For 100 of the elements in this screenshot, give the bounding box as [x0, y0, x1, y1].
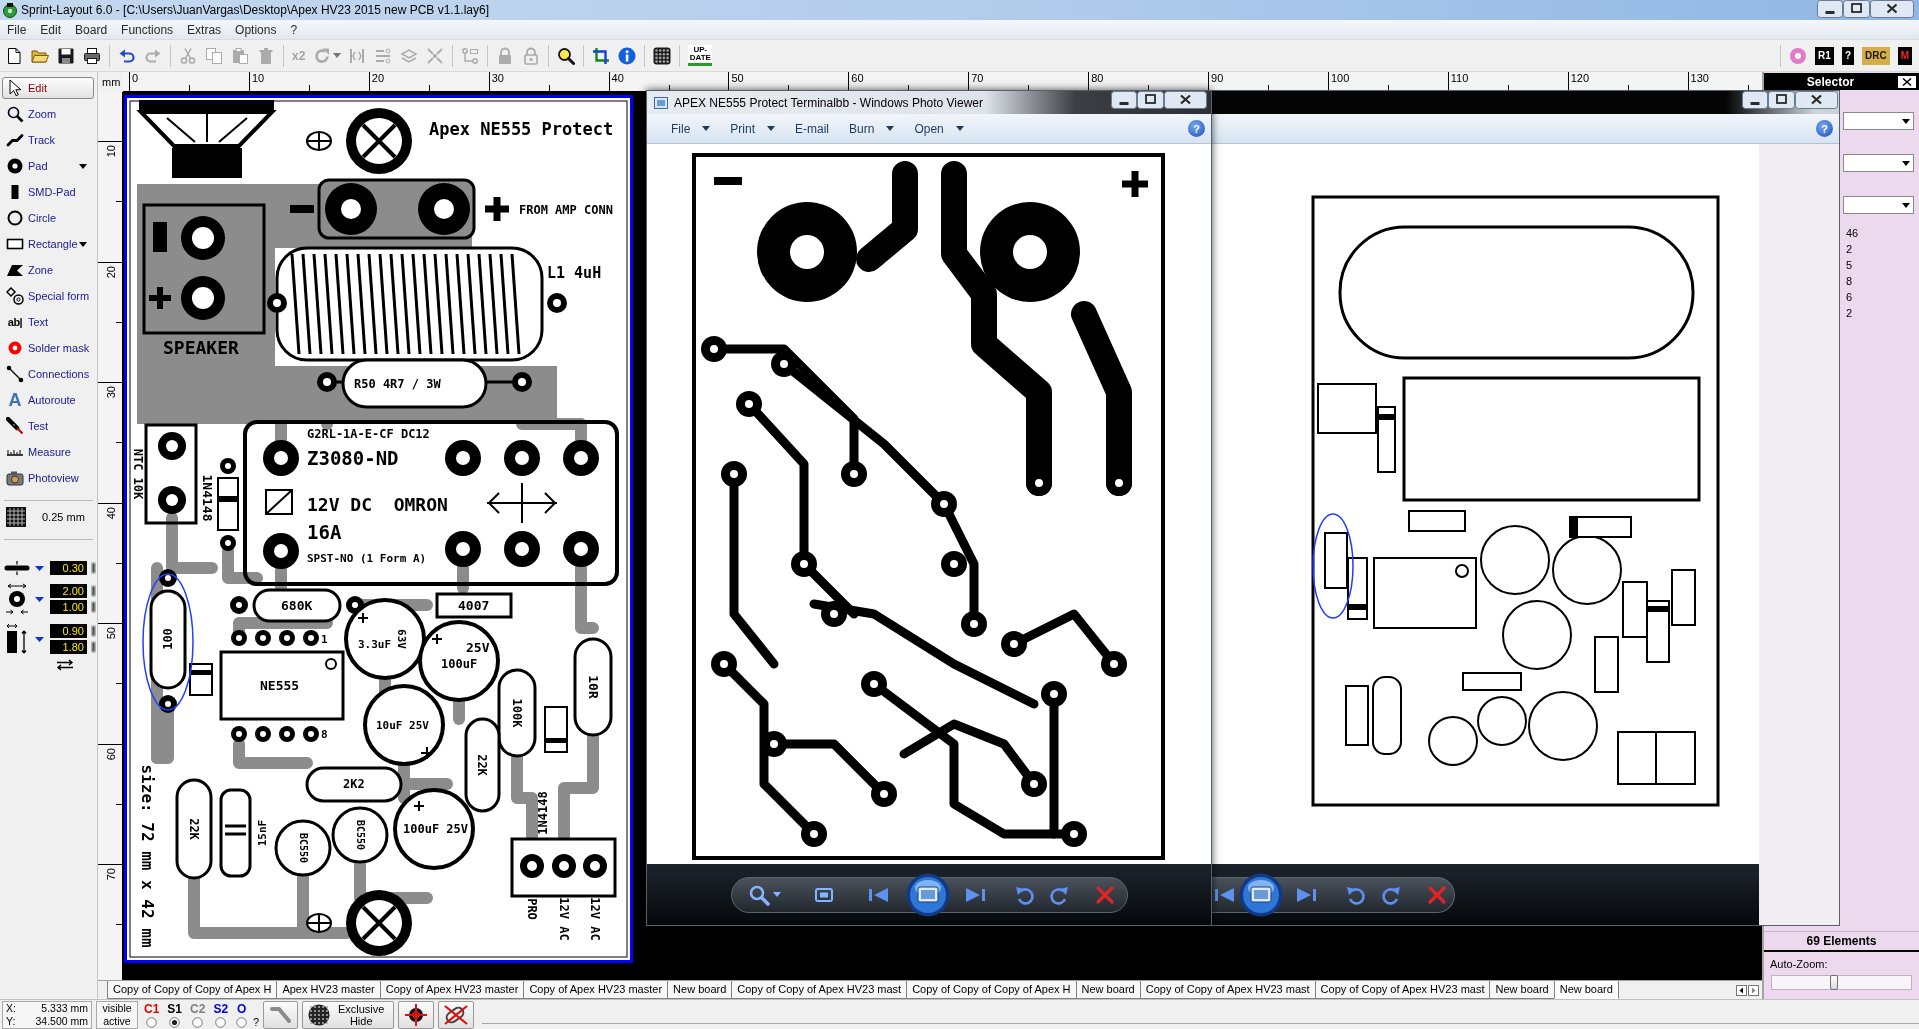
close-icon[interactable] [1897, 74, 1917, 89]
spin-handle-icon[interactable] [91, 585, 96, 597]
auto-zoom-slider[interactable] [1771, 975, 1912, 990]
tool-button[interactable]: Zoom [2, 101, 94, 127]
size-input-field[interactable]: 0.30 [50, 561, 87, 575]
viewer-menu-button[interactable]: E-mail [795, 121, 830, 136]
close-icon[interactable] [1870, 0, 1914, 18]
maximize-icon[interactable] [1768, 91, 1795, 109]
tool-button[interactable]: Edit [2, 77, 94, 99]
menu-item[interactable]: Functions [114, 22, 181, 37]
viewer-menu-button[interactable]: Print [730, 121, 776, 136]
swap-arrows-icon[interactable] [55, 659, 75, 671]
radio-button[interactable] [236, 1017, 248, 1029]
document-tab[interactable]: New board [1553, 981, 1619, 999]
minimize-icon[interactable] [1817, 0, 1843, 18]
menu-item[interactable]: File [0, 22, 34, 37]
radio-button[interactable] [215, 1017, 227, 1029]
toolbar-tile-button[interactable]: M [1897, 46, 1912, 65]
crop-icon[interactable] [592, 46, 611, 65]
maximize-icon[interactable] [1843, 0, 1870, 18]
spin-handle-icon[interactable] [91, 641, 96, 653]
tool-button[interactable]: Rectangle [2, 231, 94, 257]
viewer-menu-button[interactable]: File [671, 121, 711, 136]
dot-grid-icon[interactable] [653, 46, 672, 65]
tool-button[interactable]: Special form [2, 283, 94, 309]
radio-button[interactable] [192, 1017, 204, 1029]
delete-icon[interactable] [1427, 884, 1447, 905]
document-tab[interactable]: New board [667, 981, 732, 999]
new-page-icon[interactable] [5, 46, 23, 65]
tool-button[interactable]: SMD-Pad [2, 179, 94, 205]
tool-button[interactable]: Zone [2, 257, 94, 283]
status-tool-button[interactable]: Exclusive Hide [302, 1001, 395, 1029]
tool-button[interactable]: Pad [2, 153, 94, 179]
printer-icon[interactable] [83, 46, 101, 65]
caret-icon[interactable] [35, 565, 44, 571]
tool-button[interactable]: Test [2, 413, 94, 439]
dropdown-field[interactable] [1843, 112, 1914, 130]
delete-icon[interactable] [1095, 884, 1115, 905]
menu-item[interactable]: Board [68, 22, 115, 37]
magnifier-icon[interactable] [748, 883, 770, 906]
tool-button[interactable]: Circle [2, 205, 94, 231]
document-tab[interactable]: Copy of Copy of Apex HV23 mast [1139, 981, 1315, 999]
layer-toggle[interactable]: C2 [190, 1001, 206, 1016]
update-button[interactable]: UP-DATE [688, 45, 713, 66]
layer-toggle[interactable]: O [236, 1001, 247, 1016]
menu-item[interactable]: Extras [180, 22, 229, 37]
caret-icon[interactable] [333, 53, 342, 58]
status-tool-button[interactable] [438, 1001, 475, 1029]
document-tab[interactable]: Copy of Copy of Copy of Apex H [107, 981, 277, 999]
radio-button[interactable] [146, 1017, 158, 1029]
toolbar-tile-button[interactable]: R1 [1815, 46, 1834, 65]
spin-handle-icon[interactable] [91, 601, 96, 613]
document-tab[interactable]: Copy of Copy of Apex HV23 mast [731, 981, 907, 999]
layer-toggle[interactable]: C1 [144, 1001, 160, 1016]
slider-thumb[interactable] [1829, 975, 1838, 990]
document-tab[interactable]: Copy of Copy of Copy of Apex H [906, 981, 1076, 999]
ring-icon[interactable] [1789, 46, 1808, 65]
tool-button[interactable]: Measure [2, 439, 94, 465]
size-input-field[interactable]: 0.90 [50, 624, 87, 638]
tool-button[interactable]: ab| Text [2, 309, 94, 335]
radio-button[interactable] [169, 1017, 181, 1029]
document-tab[interactable]: New board [1489, 981, 1554, 999]
toolbar-tile-button[interactable]: ? [1841, 46, 1854, 65]
dropdown-field[interactable] [1843, 196, 1914, 214]
document-tab[interactable]: Copy of Apex HV23 master [523, 981, 668, 999]
spin-handle-icon[interactable] [91, 625, 96, 637]
slideshow-icon[interactable] [906, 872, 950, 917]
size-input-field[interactable]: 1.00 [50, 600, 87, 614]
menu-item[interactable]: ? [283, 22, 305, 37]
close-icon[interactable] [1164, 91, 1207, 109]
caret-icon[interactable] [35, 636, 44, 642]
viewer-menu-button[interactable]: Burn [849, 121, 895, 136]
layer-toggle[interactable]: S1 [167, 1001, 183, 1016]
viewer-menu-button[interactable]: Open [914, 121, 964, 136]
document-tab[interactable]: Copy of Apex HV23 master [379, 981, 524, 999]
minimize-icon[interactable] [1111, 91, 1137, 109]
spin-handle-icon[interactable] [91, 562, 96, 574]
maximize-icon[interactable] [1137, 91, 1164, 109]
menu-item[interactable]: Options [228, 22, 284, 37]
document-tab[interactable]: Apex HV23 master [276, 981, 380, 999]
tool-button[interactable]: Solder mask [2, 335, 94, 361]
document-tab[interactable]: New board [1075, 981, 1140, 999]
info-icon[interactable] [618, 46, 637, 65]
caret-icon[interactable] [773, 892, 781, 897]
slideshow-icon[interactable] [1239, 872, 1283, 917]
tool-button[interactable]: Track [2, 127, 94, 153]
menu-item[interactable]: Edit [33, 22, 69, 37]
tool-button[interactable]: A Autoroute [2, 387, 94, 413]
size-input-field[interactable]: 2.00 [50, 584, 87, 598]
status-tool-button[interactable] [398, 1001, 435, 1029]
caret-icon[interactable] [35, 596, 44, 602]
size-input-field[interactable]: 1.80 [50, 640, 87, 654]
close-icon[interactable] [1795, 91, 1838, 109]
magnifier-icon[interactable] [557, 46, 576, 65]
layer-toggle[interactable]: S2 [213, 1001, 229, 1016]
toolbar-tile-button[interactable]: DRC [1862, 46, 1890, 65]
document-tab[interactable]: Copy of Copy of Apex HV23 mast [1314, 981, 1490, 999]
grid-icon[interactable] [6, 507, 26, 527]
minimize-icon[interactable] [1742, 91, 1768, 109]
tool-button[interactable]: Photoview [2, 465, 94, 491]
